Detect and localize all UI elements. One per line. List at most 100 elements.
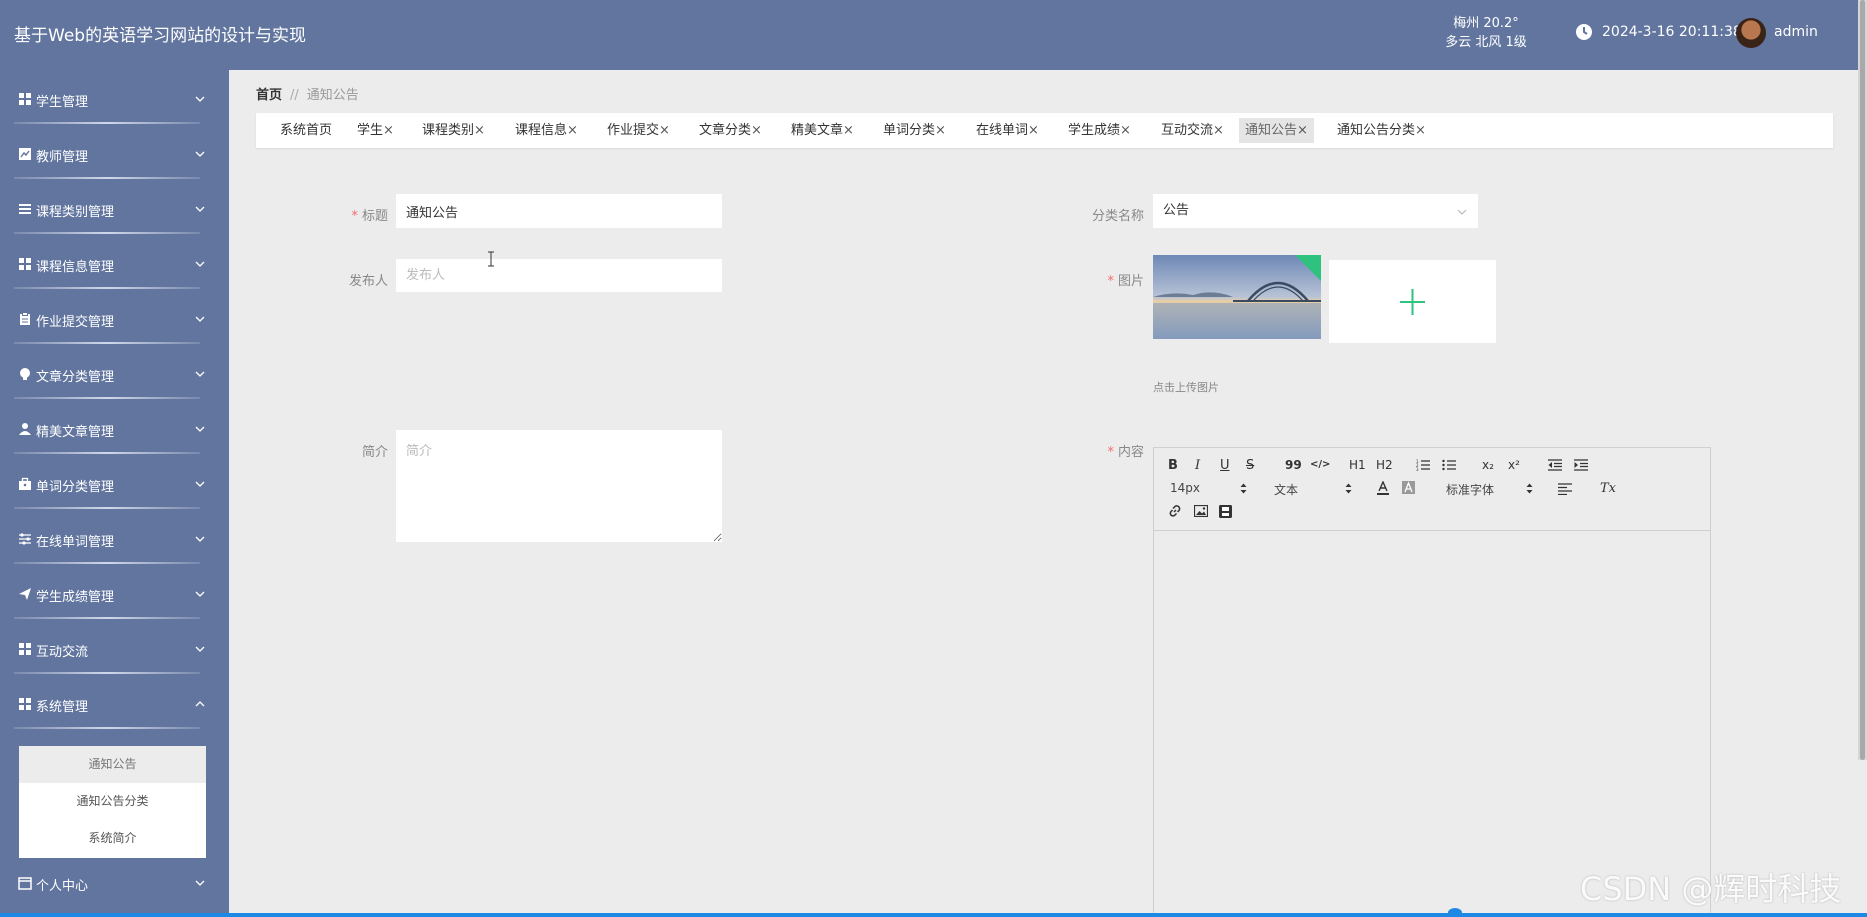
sidebar-item-personal-center[interactable]: 个人中心 xyxy=(0,856,229,910)
uploaded-image-thumbnail[interactable] xyxy=(1153,255,1321,339)
sidebar-item-teacher[interactable]: 教师管理 xyxy=(0,127,229,181)
close-icon[interactable]: × xyxy=(659,123,670,138)
indent-icon[interactable] xyxy=(1574,459,1588,471)
tab-5[interactable]: 文章分类× xyxy=(693,118,768,143)
close-icon[interactable]: × xyxy=(1213,123,1224,138)
chevron-down-icon xyxy=(195,371,205,377)
sidebar-item-system[interactable]: 系统管理 xyxy=(0,677,229,731)
title-input[interactable] xyxy=(396,194,722,228)
superscript-button[interactable]: x² xyxy=(1508,458,1520,472)
category-selected-value: 公告 xyxy=(1163,203,1190,218)
tab-0[interactable]: 系统首页 xyxy=(274,118,338,143)
submenu-item-system-intro[interactable]: 系统简介 xyxy=(19,820,206,857)
close-icon[interactable]: × xyxy=(751,123,762,138)
breadcrumb-separator: // xyxy=(290,88,299,103)
tab-11[interactable]: 通知公告× xyxy=(1239,118,1314,143)
tab-label: 学生 xyxy=(357,123,384,138)
submenu-item-notice[interactable]: 通知公告 xyxy=(19,746,206,783)
sidebar-item-homework[interactable]: 作业提交管理 xyxy=(0,292,229,346)
sidebar-item-score[interactable]: 学生成绩管理 xyxy=(0,567,229,621)
image-upload-button[interactable] xyxy=(1329,260,1496,343)
chevron-down-icon xyxy=(195,880,205,886)
background-color-icon[interactable] xyxy=(1402,481,1415,495)
tabs-bar: 系统首页 学生× 课程类别× 课程信息× 作业提交× 文章分类× 精美文章× 单词分类× 在线单… xyxy=(256,113,1833,148)
tab-10[interactable]: 互动交流× xyxy=(1155,118,1230,143)
close-icon[interactable]: × xyxy=(567,123,578,138)
tab-7[interactable]: 单词分类× xyxy=(877,118,952,143)
tab-label: 文章分类 xyxy=(699,123,752,138)
text-format-select[interactable]: 文本 xyxy=(1274,481,1298,498)
bullet-list-icon[interactable] xyxy=(1442,459,1456,471)
sidebar-item-article-category[interactable]: 文章分类管理 xyxy=(0,347,229,401)
strike-button[interactable]: S xyxy=(1246,458,1254,473)
h1-button[interactable]: H1 xyxy=(1349,458,1366,472)
bold-button[interactable]: B xyxy=(1168,458,1178,473)
font-size-select[interactable]: 14px xyxy=(1170,481,1200,495)
ordered-list-icon[interactable]: 123 xyxy=(1416,459,1430,471)
close-icon[interactable]: × xyxy=(1120,123,1131,138)
sidebar-item-interaction[interactable]: 互动交流 xyxy=(0,622,229,676)
subscript-button[interactable]: x₂ xyxy=(1482,458,1494,472)
h2-button[interactable]: H2 xyxy=(1376,458,1393,472)
sidebar-item-label: 系统管理 xyxy=(36,700,89,715)
category-select[interactable]: 公告 xyxy=(1153,194,1478,228)
close-icon[interactable]: × xyxy=(383,123,394,138)
italic-button[interactable]: I xyxy=(1195,458,1200,473)
divider xyxy=(14,232,200,234)
avatar[interactable] xyxy=(1736,18,1766,48)
video-icon[interactable] xyxy=(1219,505,1232,518)
breadcrumb-home[interactable]: 首页 xyxy=(256,88,282,103)
tab-label: 学生成绩 xyxy=(1068,123,1121,138)
sidebar-item-course-category[interactable]: 课程类别管理 xyxy=(0,182,229,236)
sidebar-item-online-word[interactable]: 在线单词管理 xyxy=(0,512,229,566)
vertical-scrollbar-thumb[interactable] xyxy=(1860,0,1865,760)
tab-2[interactable]: 课程类别× xyxy=(416,118,491,143)
close-icon[interactable]: × xyxy=(935,123,946,138)
close-icon[interactable]: × xyxy=(843,123,854,138)
outdent-icon[interactable] xyxy=(1548,459,1562,471)
link-icon[interactable] xyxy=(1168,504,1182,518)
horizontal-scrollbar[interactable] xyxy=(0,913,1867,917)
publisher-input[interactable] xyxy=(396,259,722,292)
close-icon[interactable]: × xyxy=(1297,123,1308,138)
sidebar-item-label: 在线单词管理 xyxy=(36,535,115,550)
tab-4[interactable]: 作业提交× xyxy=(601,118,676,143)
select-arrows-icon xyxy=(1526,483,1533,494)
code-block-button[interactable]: </> xyxy=(1310,459,1330,470)
intro-textarea[interactable] xyxy=(396,430,722,542)
select-arrows-icon xyxy=(1345,483,1352,494)
clear-format-button[interactable]: Tx xyxy=(1600,481,1616,496)
font-family-select[interactable]: 标准字体 xyxy=(1446,481,1494,498)
close-icon[interactable]: × xyxy=(1415,123,1426,138)
sidebar-item-word-category[interactable]: 单词分类管理 xyxy=(0,457,229,511)
editor-content-area[interactable] xyxy=(1154,531,1710,916)
close-icon[interactable]: × xyxy=(1028,123,1039,138)
grid-icon xyxy=(19,698,31,710)
font-color-icon[interactable] xyxy=(1377,481,1389,495)
tab-6[interactable]: 精美文章× xyxy=(785,118,860,143)
sidebar-item-article[interactable]: 精美文章管理 xyxy=(0,402,229,456)
sidebar-item-student[interactable]: 学生管理 xyxy=(0,72,229,126)
chevron-down-icon xyxy=(195,261,205,267)
submenu-item-notice-category[interactable]: 通知公告分类 xyxy=(19,783,206,820)
tab-label: 作业提交 xyxy=(607,123,660,138)
align-icon[interactable] xyxy=(1558,483,1572,495)
tab-8[interactable]: 在线单词× xyxy=(970,118,1045,143)
chevron-down-icon xyxy=(195,206,205,212)
chevron-down-icon xyxy=(195,591,205,597)
close-icon[interactable]: × xyxy=(474,123,485,138)
rich-text-editor: B I U S 99 </> H1 H2 123 x₂ x² 14px 文本 标… xyxy=(1153,447,1711,917)
tab-1[interactable]: 学生× xyxy=(351,118,400,143)
underline-button[interactable]: U xyxy=(1220,458,1230,473)
sidebar-item-label: 学生成绩管理 xyxy=(36,590,115,605)
sidebar-item-label: 互动交流 xyxy=(36,645,89,660)
tab-3[interactable]: 课程信息× xyxy=(509,118,584,143)
chevron-down-icon xyxy=(195,481,205,487)
scroll-handle[interactable] xyxy=(1448,908,1462,917)
username[interactable]: admin xyxy=(1774,24,1818,40)
blockquote-button[interactable]: 99 xyxy=(1285,458,1302,472)
image-icon[interactable] xyxy=(1194,505,1208,517)
tab-12[interactable]: 通知公告分类× xyxy=(1331,118,1432,143)
tab-9[interactable]: 学生成绩× xyxy=(1062,118,1137,143)
sidebar-item-course-info[interactable]: 课程信息管理 xyxy=(0,237,229,291)
